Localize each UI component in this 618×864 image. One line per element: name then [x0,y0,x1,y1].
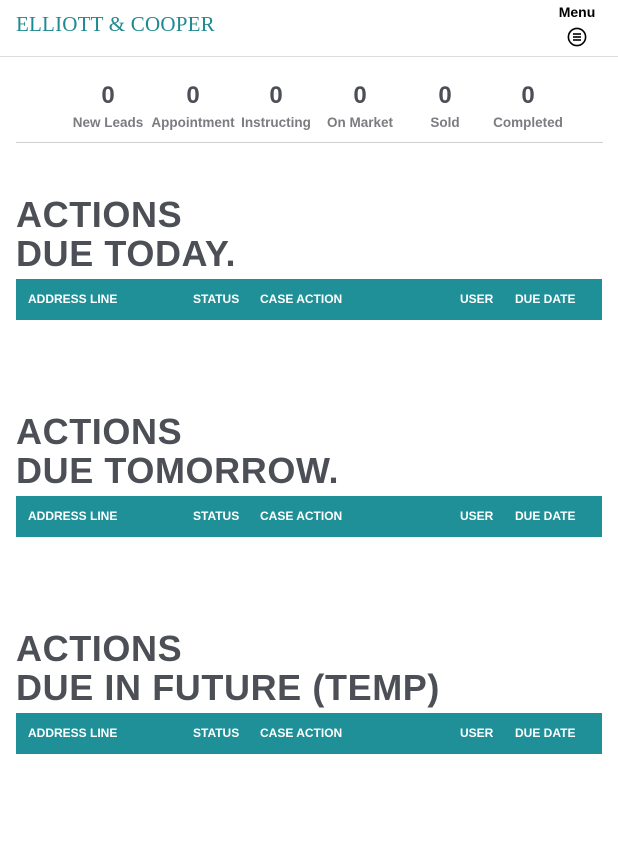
section-title-line: DUE TODAY. [16,233,237,274]
column-due-date[interactable]: DUE DATE [515,726,575,740]
stat-value: 0 [269,82,283,109]
column-address-line[interactable]: ADDRESS LINE [28,292,117,306]
menu-button[interactable]: Menu [552,4,602,47]
stat-value: 0 [521,82,535,109]
stat-value: 0 [101,82,115,109]
stat-label: Instructing [241,115,311,130]
stat-label: On Market [326,115,394,130]
column-case-action[interactable]: CASE ACTION [260,726,342,740]
stat-on-market[interactable]: 0 On Market [327,82,393,131]
column-user[interactable]: USER [460,726,493,740]
stat-value: 0 [438,82,452,109]
stat-sold[interactable]: 0 Sold [430,82,459,131]
pipeline-stats: 0 New Leads 0 Appointment 0 Instructing … [66,82,563,134]
column-user[interactable]: USER [460,509,493,523]
section-title-due-tomorrow: ACTIONS DUE TOMORROW. [16,412,339,490]
stat-appointment[interactable]: 0 Appointment [151,82,234,131]
section-title-line: ACTIONS [16,628,183,669]
due-today-table-header: ADDRESS LINE STATUS CASE ACTION USER DUE… [16,279,602,320]
section-title-due-today: ACTIONS DUE TODAY. [16,195,236,273]
stat-new-leads[interactable]: 0 New Leads [73,82,144,131]
column-case-action[interactable]: CASE ACTION [260,509,342,523]
brand-logo[interactable]: ELLIOTT & COOPER [16,12,215,37]
column-status[interactable]: STATUS [193,292,239,306]
hamburger-circle-icon[interactable] [567,27,587,47]
column-user[interactable]: USER [460,292,493,306]
section-title-line: ACTIONS [16,194,183,235]
stat-value: 0 [353,82,367,109]
top-header: ELLIOTT & COOPER Menu [0,0,618,57]
column-address-line[interactable]: ADDRESS LINE [28,726,117,740]
section-title-line: DUE TOMORROW. [16,450,340,491]
stat-label: New Leads [72,115,144,130]
menu-label: Menu [558,4,596,20]
section-title-line: ACTIONS [16,411,183,452]
stat-label: Appointment [151,115,235,130]
column-due-date[interactable]: DUE DATE [515,509,575,523]
stat-label: Completed [493,115,563,130]
column-case-action[interactable]: CASE ACTION [260,292,342,306]
column-due-date[interactable]: DUE DATE [515,292,575,306]
stats-divider [16,142,603,143]
section-title-due-future: ACTIONS DUE IN FUTURE (TEMP) [16,629,440,707]
stat-instructing[interactable]: 0 Instructing [241,82,311,131]
column-address-line[interactable]: ADDRESS LINE [28,509,117,523]
stat-completed[interactable]: 0 Completed [493,82,563,131]
stat-value: 0 [186,82,200,109]
due-future-table-header: ADDRESS LINE STATUS CASE ACTION USER DUE… [16,713,602,754]
due-tomorrow-table-header: ADDRESS LINE STATUS CASE ACTION USER DUE… [16,496,602,537]
section-title-line: DUE IN FUTURE (TEMP) [16,667,440,708]
column-status[interactable]: STATUS [193,726,239,740]
stat-label: Sold [430,115,460,130]
column-status[interactable]: STATUS [193,509,239,523]
